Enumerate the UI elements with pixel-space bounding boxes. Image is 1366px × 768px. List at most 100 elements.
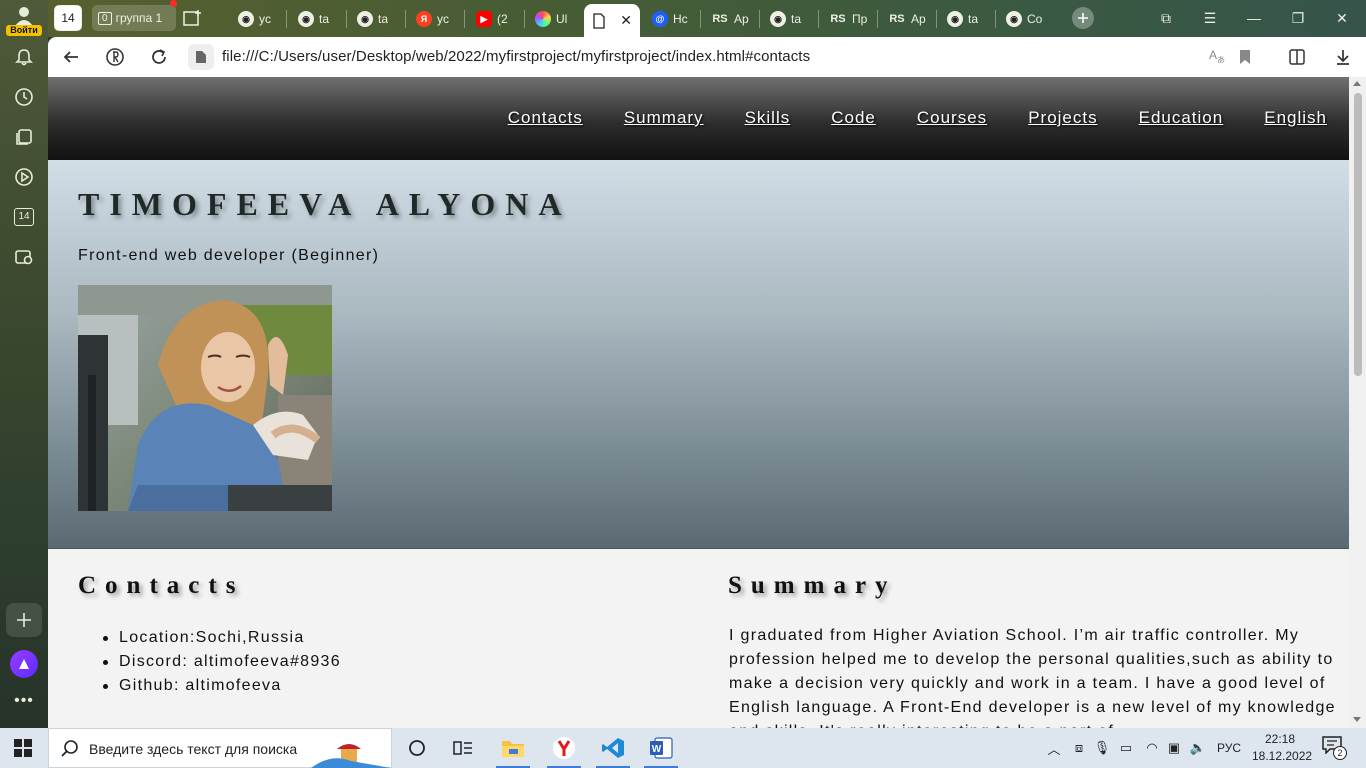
alice-icon[interactable] <box>10 650 38 678</box>
nav-link-education[interactable]: Education <box>1139 108 1224 128</box>
contact-discord: Discord: altimofeeva#8936 <box>103 650 341 674</box>
nav-link-summary[interactable]: Summary <box>624 108 704 128</box>
profile-photo <box>78 285 332 511</box>
nav-link-skills[interactable]: Skills <box>745 108 791 128</box>
page-viewport: Contacts Summary Skills Code Courses Pro… <box>48 77 1349 728</box>
tab-groups-count: 14 <box>61 11 75 25</box>
tab-9[interactable]: RS Ap <box>711 7 748 31</box>
language-indicator[interactable]: РУС <box>1214 738 1244 758</box>
github-icon: ◉ <box>238 11 254 27</box>
add-panel-button[interactable] <box>6 603 42 637</box>
rs-icon: RS <box>830 13 846 25</box>
reload-icon[interactable] <box>148 46 170 68</box>
tab-groups-button[interactable]: 14 <box>54 5 82 31</box>
menu-icon[interactable]: ☰ <box>1196 6 1224 30</box>
play-icon[interactable] <box>12 165 36 189</box>
youtube-icon: ▶ <box>476 11 492 27</box>
page-title: TIMOFEEVA ALYONA <box>78 186 572 222</box>
display-icon[interactable]: ▣ <box>1164 738 1184 758</box>
page-scrollbar[interactable] <box>1349 77 1366 728</box>
start-button[interactable] <box>0 728 46 768</box>
nav-link-english[interactable]: English <box>1264 108 1327 128</box>
battery-icon[interactable]: ▭ <box>1116 738 1136 758</box>
nav-link-contacts[interactable]: Contacts <box>508 108 583 128</box>
notifications-button[interactable]: 2 <box>1322 736 1350 760</box>
microphone-icon[interactable]: 🎙 <box>1094 738 1111 758</box>
notification-dot <box>170 0 177 7</box>
nav-link-code[interactable]: Code <box>831 108 876 128</box>
new-group-icon[interactable] <box>182 8 204 28</box>
hero-section: TIMOFEEVA ALYONA Front-end web developer… <box>48 160 1349 549</box>
screenshot-icon[interactable] <box>12 245 36 269</box>
main-nav: Contacts Summary Skills Code Courses Pro… <box>467 108 1327 128</box>
volume-icon[interactable]: 🔈 <box>1188 738 1208 758</box>
summary-text: I graduated from Higher Aviation School.… <box>729 627 1336 728</box>
tab-6[interactable]: Ul <box>535 7 567 31</box>
tab-3[interactable]: ◉ ta <box>357 7 388 31</box>
meet-now-icon[interactable]: ⧈ <box>1070 738 1088 758</box>
tray-chevron-icon[interactable]: ︿ <box>1046 738 1062 758</box>
taskbar-search[interactable]: Введите здесь текст для поиска <box>48 728 392 768</box>
close-window-icon[interactable]: ✕ <box>1328 6 1356 30</box>
tab-11[interactable]: RS Пр <box>829 7 867 31</box>
tabs-menu-icon[interactable]: ⧉ <box>1152 6 1180 30</box>
page-icon <box>188 44 214 70</box>
taskbar-search-placeholder: Введите здесь текст для поиска <box>89 741 298 757</box>
download-icon[interactable] <box>1332 46 1354 68</box>
word-icon[interactable]: W <box>638 728 684 768</box>
ui-icon <box>535 11 551 27</box>
restore-icon[interactable]: ❐ <box>1284 6 1312 30</box>
tab-10[interactable]: ◉ ta <box>770 7 801 31</box>
task-view-icon[interactable] <box>394 728 440 768</box>
contacts-list: Location:Sochi,Russia Discord: altimofee… <box>103 626 341 698</box>
back-icon[interactable] <box>60 46 82 68</box>
tab-group[interactable]: 0 группа 1 <box>92 5 176 31</box>
contact-location: Location:Sochi,Russia <box>103 626 341 650</box>
clock[interactable]: 22:18 18.12.2022 <box>1252 731 1313 765</box>
wifi-icon[interactable]: ◠ <box>1142 738 1162 758</box>
tab-5[interactable]: ▶ (2 <box>476 7 508 31</box>
rs-icon: RS <box>889 13 905 25</box>
tab-2[interactable]: ◉ ta <box>298 7 329 31</box>
file-explorer-icon[interactable] <box>490 728 536 768</box>
more-icon[interactable]: ••• <box>12 693 36 710</box>
extensions-icon[interactable] <box>1286 46 1308 68</box>
tab-active[interactable]: ✕ <box>584 4 640 37</box>
translate-icon[interactable]: Aあ <box>1206 46 1228 68</box>
yandex-button-icon[interactable] <box>104 46 126 68</box>
tab-13[interactable]: ◉ ta <box>947 7 978 31</box>
url-text[interactable]: file:///C:/Users/user/Desktop/web/2022/m… <box>222 48 810 65</box>
scroll-thumb[interactable] <box>1354 93 1362 376</box>
scroll-up-arrow[interactable] <box>1353 81 1361 86</box>
clock-date: 18.12.2022 <box>1252 749 1313 763</box>
minimize-icon[interactable]: — <box>1240 6 1268 30</box>
tab-group-count: 0 <box>98 11 112 25</box>
search-icon <box>61 740 78 757</box>
tab-14[interactable]: ◉ Co <box>1006 7 1042 31</box>
rs-icon: RS <box>712 13 728 25</box>
calendar-badge[interactable]: 14 <box>12 205 36 229</box>
nav-link-courses[interactable]: Courses <box>917 108 987 128</box>
tab-12[interactable]: RS Ap <box>888 7 925 31</box>
bell-icon[interactable] <box>12 45 36 69</box>
scroll-down-arrow[interactable] <box>1353 717 1361 722</box>
collections-icon[interactable] <box>12 125 36 149</box>
nav-link-projects[interactable]: Projects <box>1028 108 1097 128</box>
windows-icon <box>14 739 32 757</box>
profile-button[interactable]: Войти <box>6 4 42 36</box>
bookmark-icon[interactable] <box>1234 46 1256 68</box>
vscode-icon[interactable] <box>590 728 636 768</box>
history-icon[interactable] <box>12 85 36 109</box>
github-icon: ◉ <box>357 11 373 27</box>
site-header: Contacts Summary Skills Code Courses Pro… <box>48 77 1349 160</box>
windows-taskbar: Введите здесь текст для поиска W ︿ ⧈ 🎙 ▭… <box>0 728 1366 768</box>
tab-4[interactable]: Яyc <box>416 7 449 31</box>
calendar-badge-number: 14 <box>14 208 34 226</box>
widgets-icon[interactable] <box>440 728 486 768</box>
close-tab-icon[interactable]: ✕ <box>620 12 632 29</box>
tab-1[interactable]: ◉ yc <box>238 7 271 31</box>
new-tab-button[interactable] <box>1072 7 1094 29</box>
yandex-browser-icon[interactable] <box>541 728 587 768</box>
plus-icon <box>1078 13 1088 23</box>
tab-8[interactable]: @ Hc <box>652 7 688 31</box>
